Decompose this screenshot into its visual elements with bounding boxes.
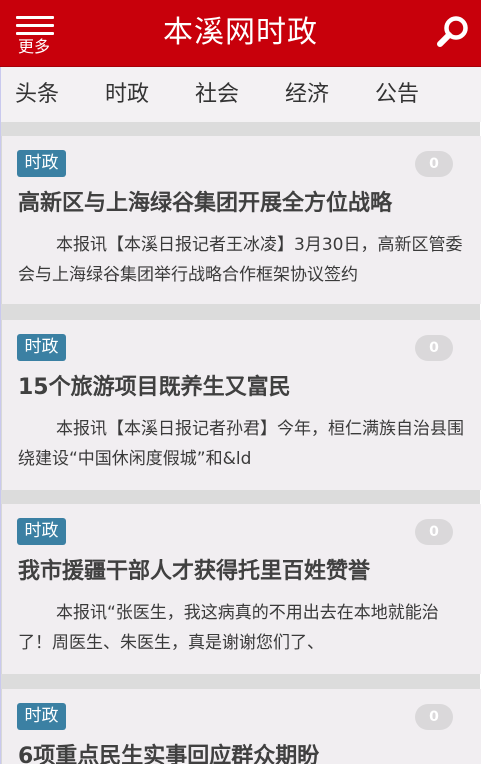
news-headline[interactable]: 我市援疆干部人才获得托里百姓赞誉 — [18, 557, 473, 587]
app-title: 本溪网时政 — [163, 15, 318, 50]
tab-society[interactable]: 社会 — [195, 67, 239, 122]
more-menu-label: 更多 — [18, 37, 51, 56]
hamburger-menu-icon — [16, 16, 54, 35]
more-menu-button[interactable]: 更多 — [14, 10, 62, 60]
tab-economy[interactable]: 经济 — [285, 67, 329, 122]
tab-politics[interactable]: 时政 — [105, 67, 149, 122]
news-headline[interactable]: 15个旅游项目既养生又富民 — [18, 373, 473, 403]
comment-count-badge: 0 — [415, 519, 453, 545]
search-icon — [437, 16, 468, 47]
list-divider — [1, 490, 480, 504]
news-headline[interactable]: 高新区与上海绿谷集团开展全方位战略 — [18, 189, 473, 219]
tab-announcements[interactable]: 公告 — [375, 67, 419, 122]
comment-count-badge: 0 — [415, 151, 453, 177]
news-card[interactable]: 时政 0 我市援疆干部人才获得托里百姓赞誉 本报讯“张医生，我这病真的不用出去在… — [1, 504, 481, 674]
category-badge: 时政 — [17, 150, 66, 177]
category-badge: 时政 — [17, 703, 66, 730]
search-button[interactable] — [435, 14, 471, 50]
news-summary: 本报讯【本溪日报记者王冰凌】3月30日，高新区管委会与上海绿谷集团举行战略合作框… — [18, 235, 463, 285]
news-summary: 本报讯“张医生，我这病真的不用出去在本地就能治了！周医生、朱医生，真是谢谢您们了… — [18, 603, 439, 653]
news-card[interactable]: 时政 0 高新区与上海绿谷集团开展全方位战略 本报讯【本溪日报记者王冰凌】3月3… — [1, 136, 481, 304]
category-badge: 时政 — [17, 518, 66, 545]
news-headline[interactable]: 6项重点民生实事回应群众期盼 — [18, 742, 473, 764]
list-divider — [1, 674, 480, 689]
list-divider — [1, 122, 480, 136]
comment-count-badge: 0 — [415, 704, 453, 730]
news-summary: 本报讯【本溪日报记者孙君】今年，桓仁满族自治县围绕建设“中国休闲度假城”和&ld — [18, 419, 464, 469]
top-bar: 本溪网时政 更多 — [0, 0, 481, 67]
comment-count-badge: 0 — [415, 335, 453, 361]
tab-headlines[interactable]: 头条 — [15, 67, 59, 122]
list-divider — [1, 304, 480, 320]
category-badge: 时政 — [17, 334, 66, 361]
category-tab-bar: 头条 时政 社会 经济 公告 — [0, 67, 481, 122]
news-card[interactable]: 时政 0 15个旅游项目既养生又富民 本报讯【本溪日报记者孙君】今年，桓仁满族自… — [1, 320, 481, 490]
news-card[interactable]: 时政 0 6项重点民生实事回应群众期盼 — [1, 689, 481, 764]
